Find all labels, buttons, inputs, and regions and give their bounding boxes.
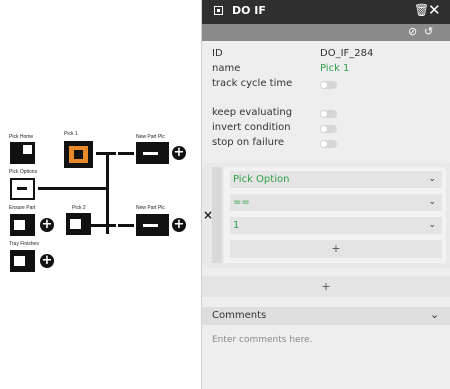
add-condition-button[interactable]: + bbox=[230, 240, 442, 258]
node-pick-options[interactable] bbox=[10, 178, 35, 200]
disable-icon[interactable]: ⊘ bbox=[408, 25, 417, 38]
node-ensure-part-port bbox=[14, 220, 25, 230]
id-value: DO_IF_284 bbox=[320, 48, 374, 59]
node-label-tray-finishes: Tray Finishes bbox=[9, 241, 39, 247]
condition-field-value: Pick Option bbox=[233, 174, 290, 185]
stop-on-failure-toggle[interactable] bbox=[320, 140, 337, 148]
close-icon[interactable]: ✕ bbox=[428, 1, 441, 19]
node-pick-2-port bbox=[70, 219, 81, 229]
connector-line bbox=[106, 154, 109, 234]
node-pick-options-dash bbox=[17, 187, 27, 190]
invert-condition-label: invert condition bbox=[212, 122, 291, 133]
connector-line bbox=[106, 224, 116, 227]
name-value[interactable]: Pick 1 bbox=[320, 63, 349, 74]
node-tray-finishes[interactable] bbox=[10, 250, 35, 272]
connector-line bbox=[91, 224, 106, 227]
panel-title: DO IF bbox=[232, 4, 266, 17]
keep-evaluating-toggle[interactable] bbox=[320, 110, 337, 118]
condition-operator-select[interactable]: == ⌄ bbox=[230, 194, 442, 211]
remove-condition-icon[interactable]: × bbox=[203, 208, 213, 222]
node-pick-1-selected bbox=[69, 146, 88, 163]
panel-subbar: ⊘ ↺ bbox=[202, 24, 450, 41]
track-cycle-time-toggle[interactable] bbox=[320, 81, 337, 89]
id-label: ID bbox=[212, 48, 223, 59]
node-type-icon bbox=[214, 6, 223, 15]
comments-input[interactable]: Enter comments here. bbox=[212, 335, 442, 349]
node-label-pick-home: Pick Home bbox=[9, 134, 34, 140]
node-pick-home[interactable] bbox=[10, 142, 35, 164]
node-label-pick-2: Pick 2 bbox=[72, 205, 86, 211]
node-pick-1[interactable] bbox=[64, 141, 93, 168]
condition-value-value: 1 bbox=[233, 220, 240, 231]
node-tray-finishes-port bbox=[14, 256, 25, 266]
comments-label: Comments bbox=[212, 310, 267, 321]
node-new-part-plc-2-dash bbox=[143, 224, 158, 227]
stop-on-failure-label: stop on failure bbox=[212, 137, 284, 148]
chevron-down-icon: ⌄ bbox=[428, 197, 436, 207]
node-ensure-part[interactable] bbox=[10, 214, 35, 236]
condition-value-select[interactable]: 1 ⌄ bbox=[230, 217, 442, 234]
node-label-new-part-plc-2: New Part Plc bbox=[136, 205, 165, 211]
comments-header[interactable]: Comments ⌄ bbox=[202, 307, 450, 325]
properties-panel: DO IF 🗑 ✕ ⊘ ↺ ID DO_IF_284 name Pick 1 t… bbox=[201, 0, 450, 389]
add-node-icon[interactable]: + bbox=[172, 218, 186, 232]
condition-field-select[interactable]: Pick Option ⌄ bbox=[230, 171, 442, 188]
connector-line bbox=[96, 152, 106, 155]
name-label: name bbox=[212, 63, 241, 74]
condition-handle[interactable] bbox=[212, 167, 222, 263]
node-label-pick-options: Pick Options bbox=[9, 169, 38, 175]
connector-line bbox=[118, 224, 134, 227]
node-label-new-part-plc: New Part Plc bbox=[136, 134, 165, 140]
node-label-pick-1: Pick 1 bbox=[64, 131, 78, 137]
node-new-part-plc-dash bbox=[143, 152, 158, 155]
node-new-part-plc[interactable] bbox=[136, 142, 169, 164]
chevron-down-icon: ⌄ bbox=[428, 174, 436, 184]
trash-icon[interactable]: 🗑 bbox=[414, 3, 429, 17]
add-node-icon[interactable]: + bbox=[172, 146, 186, 160]
condition-operator-value: == bbox=[233, 197, 250, 208]
flow-canvas: Pick Home Pick Options Ensure Part + Tra… bbox=[0, 0, 200, 389]
track-cycle-time-label: track cycle time bbox=[212, 78, 293, 89]
connector-line bbox=[38, 187, 108, 190]
add-node-icon[interactable]: + bbox=[40, 218, 54, 232]
add-condition-group-button[interactable]: + bbox=[202, 276, 450, 297]
connector-line bbox=[106, 152, 116, 155]
chevron-down-icon: ⌄ bbox=[430, 308, 440, 321]
node-pick-home-port bbox=[23, 145, 32, 154]
add-node-icon[interactable]: + bbox=[40, 254, 54, 268]
reset-icon[interactable]: ↺ bbox=[424, 25, 433, 38]
node-pick-1-port bbox=[74, 150, 83, 159]
condition-block: × Pick Option ⌄ == ⌄ 1 ⌄ + bbox=[202, 163, 450, 268]
keep-evaluating-label: keep evaluating bbox=[212, 107, 293, 118]
node-new-part-plc-2[interactable] bbox=[136, 214, 169, 236]
panel-titlebar: DO IF 🗑 ✕ bbox=[202, 0, 450, 24]
invert-condition-toggle[interactable] bbox=[320, 125, 337, 133]
connector-line bbox=[118, 152, 134, 155]
node-pick-2[interactable] bbox=[66, 213, 91, 235]
chevron-down-icon: ⌄ bbox=[428, 220, 436, 230]
node-label-ensure-part: Ensure Part bbox=[9, 205, 36, 211]
